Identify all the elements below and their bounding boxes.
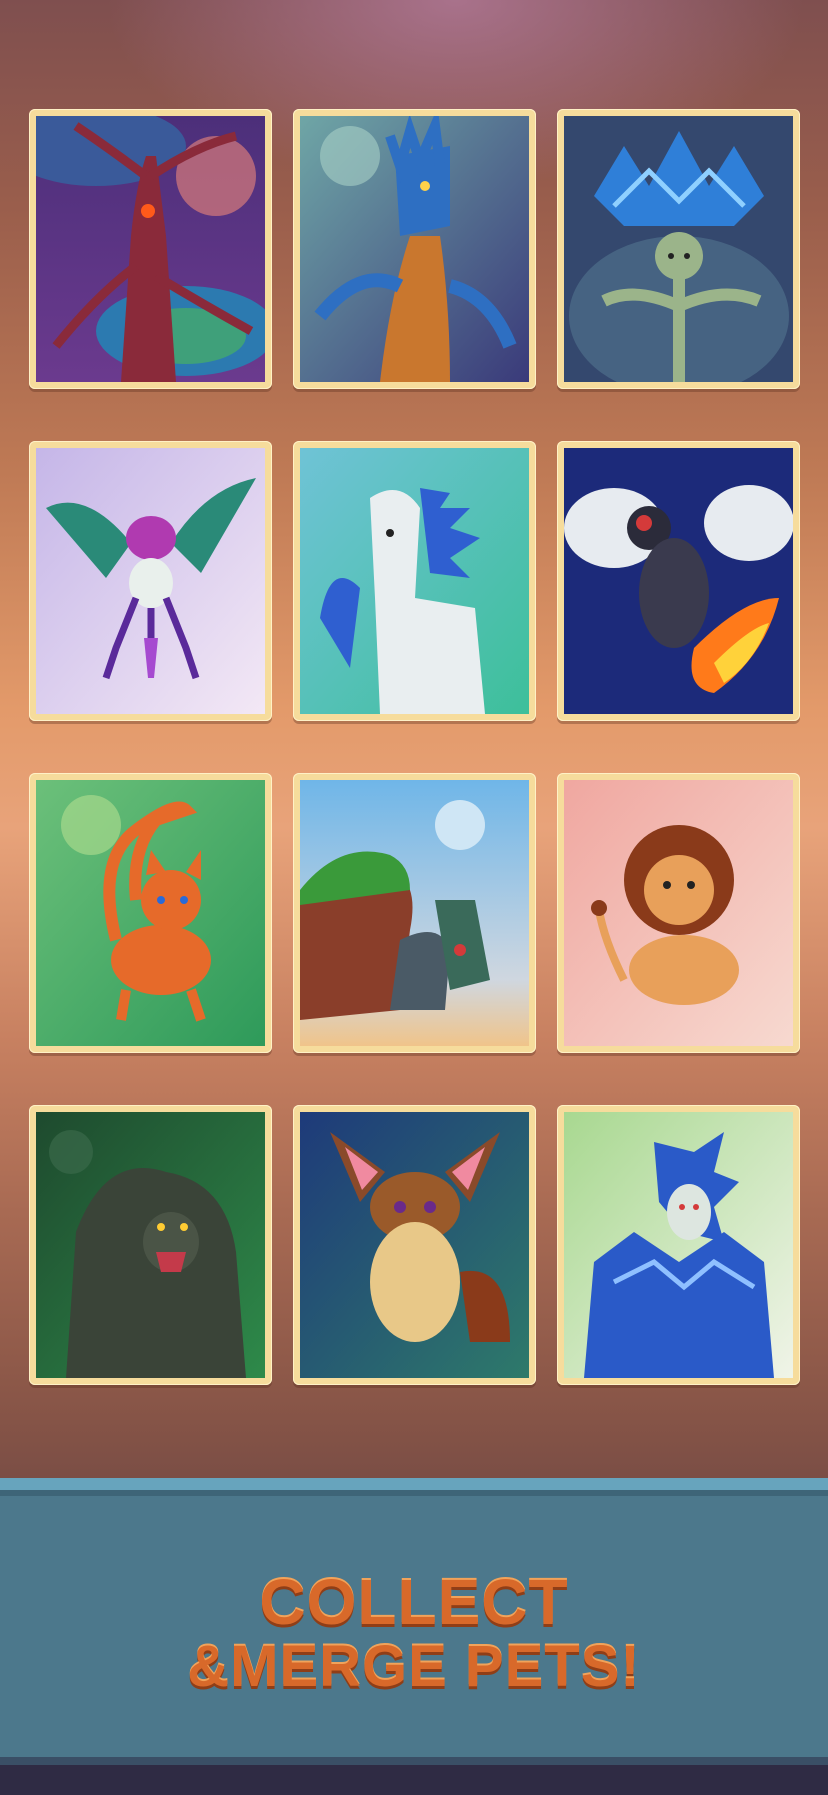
pet-card[interactable] [29,441,272,721]
pet-card[interactable] [557,1105,800,1385]
lotus-sprite-icon [564,116,793,382]
lion-cub-icon [564,780,793,1046]
bottom-edge [0,1757,828,1795]
headline-line-1: COLLECT [259,1566,569,1638]
pet-card[interactable] [293,1105,536,1385]
armored-dragon-icon [564,1112,793,1378]
pet-card[interactable] [293,109,536,389]
pegasus-horse-icon [300,448,529,714]
pet-card[interactable] [557,441,800,721]
water-dragon-icon [300,116,529,382]
tree-creature-icon [36,116,265,382]
headline-line-2: &MERGE PETS! [187,1634,641,1699]
orange-cat-icon [36,780,265,1046]
dark-beast-icon [36,1112,265,1378]
pet-card[interactable] [293,441,536,721]
fire-beetle-icon [564,448,793,714]
pet-card[interactable] [557,109,800,389]
background-scene [0,0,828,1478]
rock-turtle-icon [300,780,529,1046]
pet-grid [29,109,800,1386]
pet-card[interactable] [29,109,272,389]
fennec-fox-icon [300,1112,529,1378]
pet-card[interactable] [29,1105,272,1385]
pet-card[interactable] [557,773,800,1053]
pet-card[interactable] [293,773,536,1053]
banner-shadow [0,1490,828,1496]
banner-highlight [0,1478,828,1490]
hummingbird-pet-icon [36,448,265,714]
pet-card[interactable] [29,773,272,1053]
